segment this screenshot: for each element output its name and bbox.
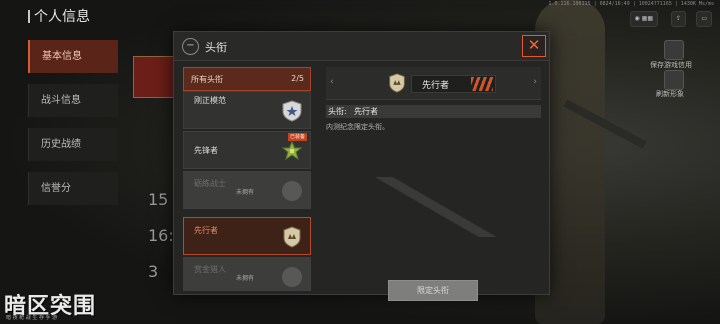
title-detail: ‹ 先行者 › 头衔: 先行者 内测纪念限定头衔。 限定头衔 xyxy=(326,67,541,301)
title-name: 赏金猎人 xyxy=(194,265,226,274)
status-text: 1.0.116.106115 | 0824/16:49 | 1002477116… xyxy=(548,1,714,7)
detail-header: ‹ 先行者 › xyxy=(326,67,541,100)
list-header-count: 2/5 xyxy=(291,74,304,83)
shield-star-icon xyxy=(282,100,302,122)
hud-icon-button-3[interactable]: ▭ xyxy=(696,11,712,27)
weapon-watermark xyxy=(376,177,526,237)
title-name: 先行者 xyxy=(194,226,218,235)
avatar[interactable] xyxy=(133,56,175,98)
page-title: 个人信息 xyxy=(28,6,90,26)
save-label: 保存游戏信用 xyxy=(650,61,692,69)
title-status: 未拥有 xyxy=(236,275,255,282)
stat-value: 16: xyxy=(148,226,174,245)
limited-title-button[interactable]: 限定头衔 xyxy=(388,280,478,301)
info-value: 先行者 xyxy=(354,107,378,116)
next-arrow[interactable]: › xyxy=(533,77,537,87)
side-item-credit[interactable]: 信誉分 xyxy=(28,172,118,205)
side-item-basic-info[interactable]: 基本信息 xyxy=(28,40,118,73)
refresh-icon[interactable] xyxy=(664,70,684,90)
title-name: 先锋者 xyxy=(194,146,218,155)
hands-badge-icon xyxy=(283,226,301,248)
info-label: 头衔: xyxy=(328,107,347,116)
close-icon: ✕ xyxy=(527,36,541,54)
title-card-1[interactable]: 先锋者 已装备 xyxy=(183,131,311,169)
title-name: 刚正模范 xyxy=(194,96,226,105)
stat-value: 15 xyxy=(148,190,169,209)
list-header-label: 所有头衔 xyxy=(191,75,223,84)
logo-subtitle: 暗 夜 枪 战 生 存 手 游 xyxy=(6,315,58,321)
green-star-icon xyxy=(281,140,303,161)
title-name: 砺练战士 xyxy=(194,179,226,188)
hud-icon-button-2[interactable]: ⇪ xyxy=(670,11,686,27)
stat-value: 3 xyxy=(148,262,159,281)
detail-title-name: 先行者 xyxy=(422,81,450,91)
title-card-2[interactable]: 砺练战士 未拥有 xyxy=(183,171,311,209)
hands-badge-icon xyxy=(389,73,405,93)
title-list: 所有头衔 2/5 刚正模范 先锋者 已装备 砺练战士 未拥有 先行者 赏金猎人 … xyxy=(183,67,311,291)
title-card-0[interactable]: 刚正模范 xyxy=(183,91,311,129)
save-icon[interactable] xyxy=(664,40,684,60)
title-info-bar: 头衔: 先行者 xyxy=(326,105,541,118)
stripe-decoration xyxy=(471,77,493,91)
stats-column: 15 16: 3 xyxy=(148,190,174,298)
back-icon[interactable]: − xyxy=(182,38,199,55)
prev-arrow[interactable]: ‹ xyxy=(330,77,334,87)
title-status: 未拥有 xyxy=(236,189,255,196)
locked-badge-icon xyxy=(282,181,302,201)
modal-title: 头衔 xyxy=(205,41,227,54)
locked-badge-icon xyxy=(282,267,302,287)
close-button[interactable]: ✕ xyxy=(522,35,546,57)
refresh-label: 刷新形象 xyxy=(656,90,684,98)
title-modal: − 头衔 ✕ 所有头衔 2/5 刚正模范 先锋者 已装备 砺练战士 未拥有 先行… xyxy=(173,31,550,301)
hud-icon-button-1[interactable]: ◉ ▦▦ xyxy=(629,11,658,27)
title-card-3[interactable]: 先行者 xyxy=(183,217,311,255)
side-item-history[interactable]: 历史战绩 xyxy=(28,128,118,161)
title-card-4[interactable]: 赏金猎人 未拥有 xyxy=(183,257,311,291)
title-name-box: 先行者 xyxy=(411,75,496,93)
title-description: 内测纪念限定头衔。 xyxy=(326,123,389,131)
modal-header: − 头衔 ✕ xyxy=(174,32,549,61)
side-menu: 基本信息 战斗信息 历史战绩 信誉分 xyxy=(28,40,118,216)
list-header[interactable]: 所有头衔 2/5 xyxy=(183,67,311,91)
side-item-battle-info[interactable]: 战斗信息 xyxy=(28,84,118,117)
